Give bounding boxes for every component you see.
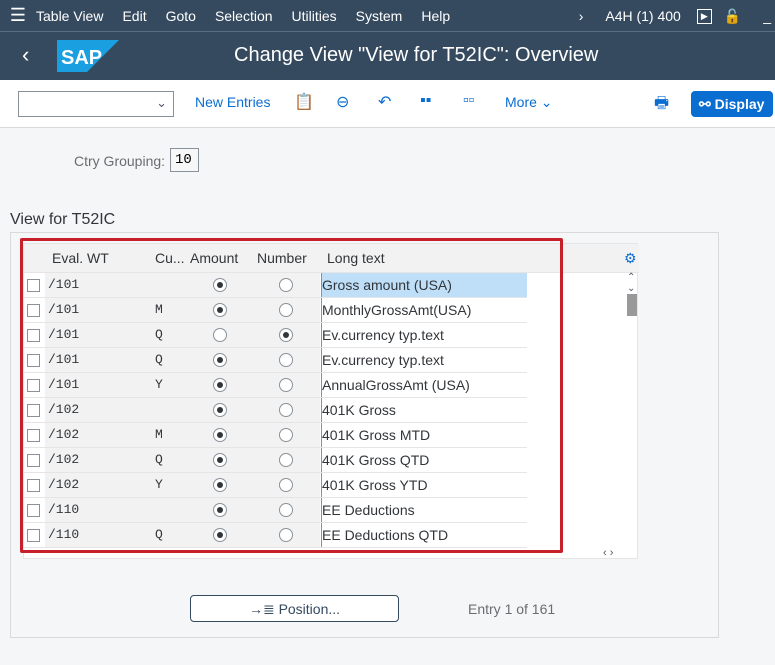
menu-utilities[interactable]: Utilities	[292, 8, 337, 24]
display-button[interactable]: ⚯ Display	[691, 91, 773, 117]
highlight-box	[20, 238, 563, 553]
ctry-grouping-label: Ctry Grouping:	[74, 153, 166, 169]
menu-edit[interactable]: Edit	[122, 8, 146, 24]
section-title: View for T52IC	[10, 211, 116, 228]
svg-text:SAP: SAP	[61, 47, 102, 69]
title-bar: ‹ SAP Change View "View for T52IC": Over…	[0, 32, 775, 80]
menu-selection[interactable]: Selection	[215, 8, 273, 24]
menu-bar: ☰ Table View Edit Goto Selection Utiliti…	[0, 0, 775, 32]
settings-icon[interactable]: ⚙	[624, 250, 637, 267]
print-icon[interactable]: 🖶	[654, 92, 669, 119]
horizontal-scroll-arrows[interactable]: ‹ ›	[603, 547, 613, 559]
chevron-right-icon[interactable]: ›	[579, 8, 584, 24]
chevron-down-icon: ⌄	[156, 95, 167, 110]
system-info: A4H (1) 400	[605, 8, 681, 24]
delete-icon[interactable]: ⊖	[336, 92, 349, 112]
menu-goto[interactable]: Goto	[166, 8, 196, 24]
play-icon[interactable]: ▶	[696, 8, 712, 24]
vertical-scrollbar[interactable]: ⌃ ⌄	[627, 272, 637, 316]
position-button[interactable]: →≣ Position...	[190, 595, 399, 622]
undo-icon[interactable]: ↶	[378, 92, 391, 112]
toolbar: ⌄ New Entries 📋 ⊖ ↶ ▪▪ ▫▫ More ⌄ 🖶 ⚯ Dis…	[0, 80, 775, 128]
page-title: Change View "View for T52IC": Overview	[234, 44, 599, 66]
menu-table-view[interactable]: Table View	[36, 8, 103, 24]
command-dropdown[interactable]: ⌄	[18, 91, 174, 117]
more-button[interactable]: More ⌄	[505, 94, 553, 111]
hamburger-icon[interactable]: ☰	[0, 5, 36, 26]
position-icon: →≣	[248, 601, 275, 617]
back-icon[interactable]: ‹	[22, 42, 29, 68]
ctry-grouping-field[interactable]: 10	[170, 148, 199, 172]
entry-info: Entry 1 of 161	[468, 601, 556, 617]
select-all-icon[interactable]: ▪▪	[420, 92, 431, 110]
copy-icon[interactable]: 📋	[294, 92, 314, 112]
sap-logo: SAP	[57, 40, 119, 72]
deselect-all-icon[interactable]: ▫▫	[463, 92, 474, 110]
menu-help[interactable]: Help	[421, 8, 450, 24]
glasses-icon: ⚯	[699, 96, 711, 112]
unlock-icon[interactable]: 🔓	[724, 8, 741, 25]
menu-system[interactable]: System	[356, 8, 403, 24]
minimize-icon[interactable]: _	[763, 8, 771, 24]
new-entries-button[interactable]: New Entries	[195, 94, 270, 110]
